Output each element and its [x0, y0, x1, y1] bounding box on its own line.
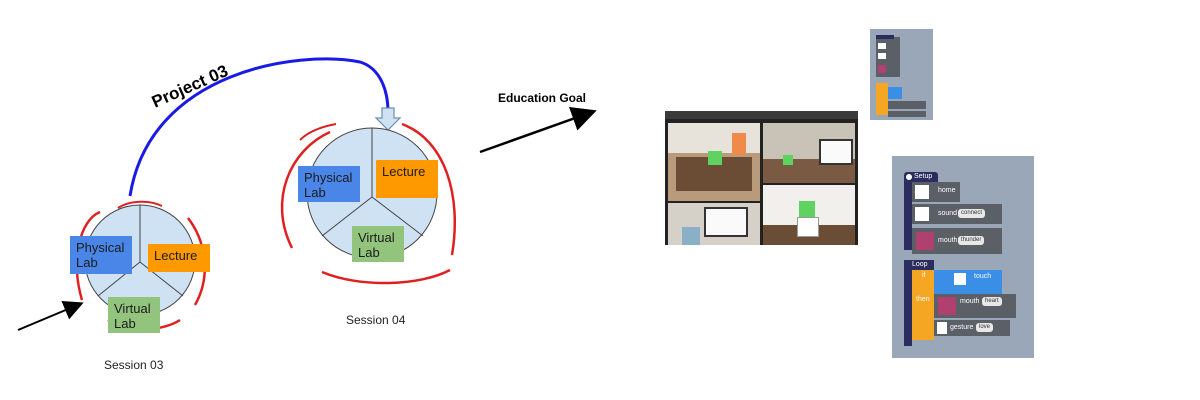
education-goal-label: Education Goal [498, 91, 587, 105]
session-04-physical-lab: Physical Lab [298, 166, 360, 202]
then-label: then [916, 296, 930, 303]
sound-dropdown[interactable]: connect [958, 209, 986, 218]
robot-icon [799, 201, 815, 217]
loop-label: Loop [912, 261, 928, 268]
session-04-virtual-lab: Virtual Lab [352, 226, 404, 262]
mouth2-dropdown[interactable]: heart [982, 297, 1002, 306]
session-03-virtual-lab: Virtual Lab [108, 297, 160, 333]
project-label: Project 03 [149, 61, 231, 111]
touch-label: touch [974, 273, 992, 280]
sound-label: sound [938, 210, 958, 217]
gear-icon [906, 174, 912, 180]
collage-photo-screen [668, 203, 760, 245]
mouth-label: mouth [938, 237, 958, 244]
led-matrix-icon [938, 297, 956, 315]
gesture-label: gesture [950, 324, 974, 331]
robot-icon [708, 151, 722, 165]
collage-photo-robot-closeup [763, 185, 855, 245]
session-04-caption: Session 04 [346, 313, 406, 327]
setup-label: Setup [914, 173, 933, 180]
session-03-physical-lab: Physical Lab [70, 236, 132, 274]
if-block [912, 270, 934, 340]
code-thumbnail-small [870, 29, 933, 120]
led-matrix-icon [916, 232, 934, 250]
entry-arrow [17, 300, 84, 331]
red-annotation-stroke [321, 268, 451, 285]
robot-icon [915, 185, 929, 199]
collage-photo-laptop [763, 123, 855, 183]
collage-photo-desk-robot [668, 123, 760, 201]
session-04-lecture: Lecture [376, 160, 438, 198]
mouth2-label: mouth [960, 298, 980, 305]
session-03-caption: Session 03 [104, 358, 164, 372]
goal-arrow [479, 106, 597, 154]
robot-icon [937, 322, 947, 334]
code-blocks-panel: Setup home sound connect mouth thunder L… [892, 156, 1034, 358]
speaker-icon [915, 207, 929, 221]
hand-icon [954, 273, 966, 285]
touch-block [934, 270, 1002, 294]
down-arrow-icon [374, 107, 402, 131]
if-label: if [922, 272, 926, 279]
robot-icon [783, 155, 793, 165]
mouth-dropdown[interactable]: thunder [958, 236, 985, 245]
photo-collage [665, 111, 858, 245]
session-03-lecture: Lecture [148, 244, 210, 272]
gesture-dropdown[interactable]: love [976, 323, 994, 332]
collage-toolbar [665, 111, 858, 119]
home-label: home [938, 187, 956, 194]
